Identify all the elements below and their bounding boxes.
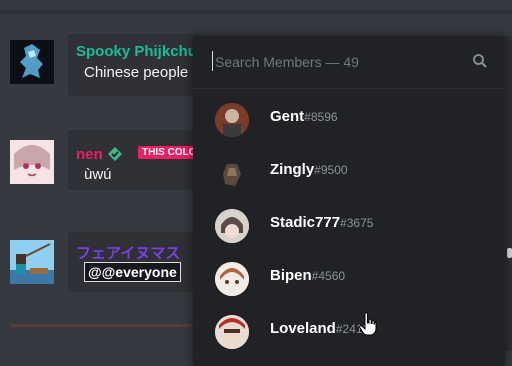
message-text: ùwú <box>84 166 112 183</box>
avatar <box>215 262 249 296</box>
avatar-image <box>215 209 249 243</box>
divider <box>0 10 512 14</box>
role-tag: THIS COLO <box>138 146 196 159</box>
member-discriminator: #3675 <box>340 216 374 230</box>
member-discriminator: #8596 <box>304 110 338 124</box>
member-name: Stadic777#3675 <box>270 214 374 231</box>
avatar[interactable] <box>10 40 54 84</box>
message-text: Chinese people l <box>84 64 196 81</box>
avatar-image <box>215 103 249 137</box>
avatar-image <box>215 262 249 296</box>
member-name: Gent#8596 <box>270 108 338 125</box>
member-item[interactable]: Gent#8596 <box>193 94 505 144</box>
member-item[interactable]: Bipen#4560 <box>193 253 505 303</box>
mention[interactable]: @@everyone <box>84 262 181 282</box>
avatar <box>215 209 249 243</box>
avatar <box>215 315 249 349</box>
message-bubble: フェアイヌマス @@everyone <box>68 232 198 292</box>
message-author[interactable]: フェアイヌマス <box>76 242 180 263</box>
message-author[interactable]: nen <box>76 146 103 163</box>
members-popout: Gent#8596 Zingly#9500 Stadic777#3675 <box>193 36 505 366</box>
scroll-edge <box>505 36 512 351</box>
avatar-image <box>215 315 249 349</box>
message-bubble: Spooky Phijkchu Chinese people l <box>68 34 198 96</box>
message-author[interactable]: Spooky Phijkchu <box>76 43 197 60</box>
anime-avatar-image <box>10 140 54 184</box>
hand-cursor-icon <box>359 312 377 336</box>
avatar[interactable] <box>10 140 54 184</box>
member-item[interactable]: Loveland#2416 <box>193 306 505 356</box>
message-bubble: nen THIS COLO ùwú <box>68 130 198 190</box>
frog-avatar-image <box>10 40 54 84</box>
member-name: Loveland#2416 <box>270 320 370 337</box>
search-bar <box>193 36 505 89</box>
avatar <box>215 156 249 190</box>
verified-icon <box>108 147 122 161</box>
member-discriminator: #4560 <box>311 269 346 283</box>
search-icon[interactable] <box>472 53 488 69</box>
search-input[interactable] <box>213 49 467 75</box>
member-item[interactable]: Zingly#9500 <box>193 147 505 197</box>
divider <box>10 324 200 327</box>
member-name: Zingly#9500 <box>270 161 348 178</box>
avatar-image <box>215 156 249 190</box>
avatar[interactable] <box>10 240 54 284</box>
member-name: Bipen#4560 <box>270 267 346 284</box>
member-discriminator: #9500 <box>314 163 348 177</box>
avatar <box>215 103 249 137</box>
member-item[interactable]: Stadic777#3675 <box>193 200 505 250</box>
minecraft-avatar-image <box>10 240 54 284</box>
scroll-thumb[interactable] <box>507 248 512 258</box>
